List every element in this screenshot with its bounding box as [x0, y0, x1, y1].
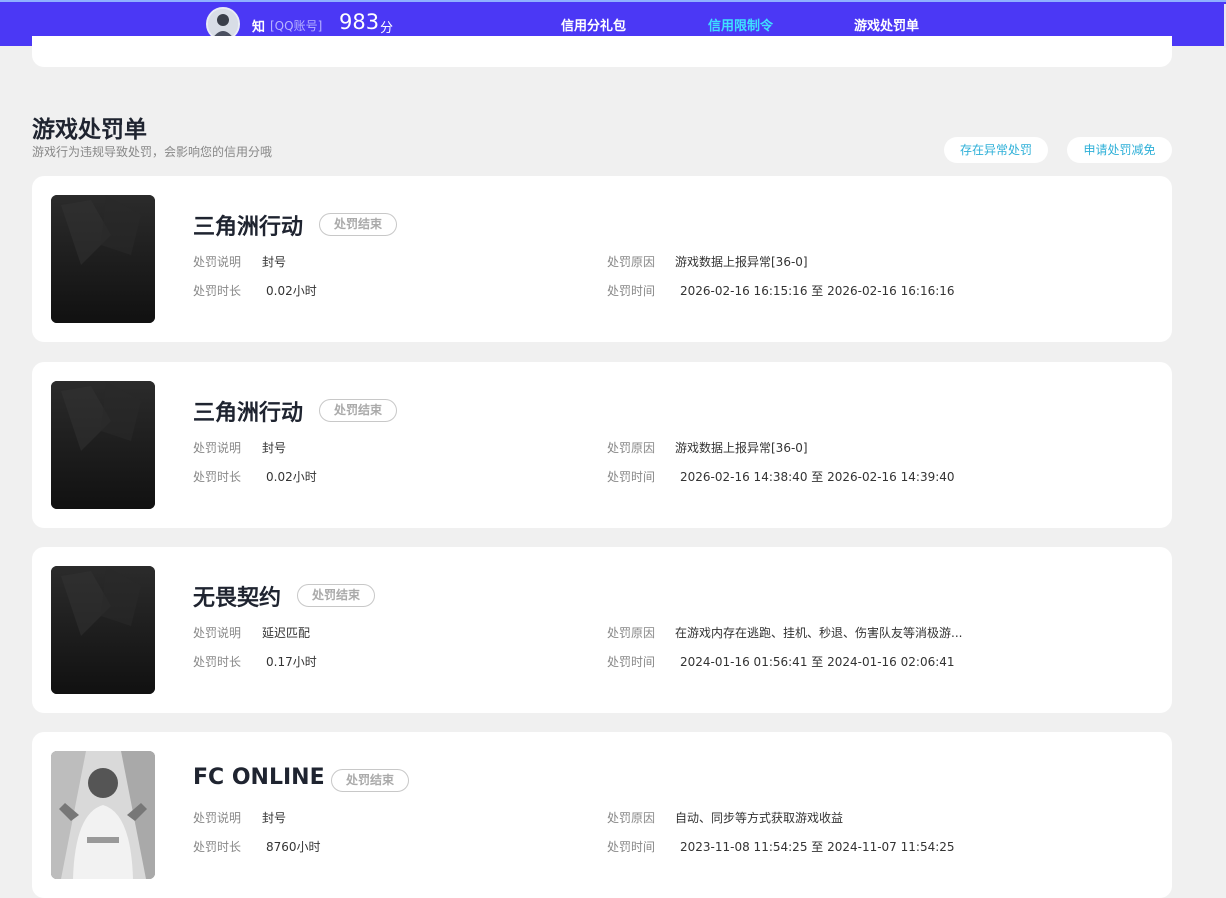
penalty-desc-value: 封号: [262, 255, 287, 269]
game-thumbnail: [51, 566, 155, 694]
penalty-desc-label: 处罚说明: [193, 626, 242, 640]
section-subtitle: 游戏行为违规导致处罚，会影响您的信用分哦: [32, 145, 273, 159]
game-name: 无畏契约: [193, 586, 282, 611]
game-art-icon: [51, 566, 155, 694]
penalty-card: 三角洲行动 处罚结束 处罚说明 封号 处罚时长 0.02小时 处罚原因 游戏数据…: [32, 362, 1172, 528]
penalty-time-label: 处罚时间: [607, 284, 656, 298]
penalty-desc-value: 封号: [262, 441, 287, 455]
penalty-duration-label: 处罚时长: [193, 470, 242, 484]
nav-credit-gift[interactable]: 信用分礼包: [561, 15, 626, 34]
penalty-time-value: 2026-02-16 14:38:40 至 2026-02-16 14:39:4…: [680, 470, 955, 484]
penalty-duration-label: 处罚时长: [193, 284, 242, 298]
penalty-time-value: 2023-11-08 11:54:25 至 2024-11-07 11:54:2…: [680, 840, 955, 854]
account-type: [QQ账号]: [270, 19, 323, 33]
game-thumbnail: [51, 195, 155, 323]
game-art-icon: [51, 381, 155, 509]
credit-score-unit: 分: [380, 21, 394, 36]
game-art-icon: [51, 195, 155, 323]
penalty-reason-label: 处罚原因: [607, 441, 656, 455]
penalty-reason-label: 处罚原因: [607, 255, 656, 269]
credit-score: 983: [339, 10, 380, 34]
penalty-duration-label: 处罚时长: [193, 655, 242, 669]
penalty-desc-value: 封号: [262, 811, 287, 825]
status-badge: 处罚结束: [319, 399, 398, 422]
section-title: 游戏处罚单: [32, 117, 147, 143]
penalty-duration-label: 处罚时长: [193, 840, 242, 854]
nav-credit-restriction[interactable]: 信用限制令: [708, 15, 773, 34]
status-badge: 处罚结束: [319, 213, 398, 236]
penalty-reason-value: 游戏数据上报异常[36-0]: [675, 441, 808, 455]
game-thumbnail: [51, 381, 155, 509]
status-badge: 处罚结束: [331, 769, 410, 792]
penalty-reason-label: 处罚原因: [607, 811, 656, 825]
penalty-desc-label: 处罚说明: [193, 255, 242, 269]
penalty-desc-label: 处罚说明: [193, 441, 242, 455]
penalty-reason-value: 自动、同步等方式获取游戏收益: [675, 811, 844, 825]
penalty-card: 三角洲行动 处罚结束 处罚说明 封号 处罚时长 0.02小时 处罚原因 游戏数据…: [32, 176, 1172, 342]
apply-penalty-reduction-button[interactable]: 申请处罚减免: [1067, 137, 1172, 163]
penalty-desc-label: 处罚说明: [193, 811, 242, 825]
status-badge: 处罚结束: [297, 584, 376, 607]
penalty-duration-value: 0.17小时: [266, 655, 317, 669]
penalty-reason-label: 处罚原因: [607, 626, 656, 640]
penalty-duration-value: 0.02小时: [266, 284, 317, 298]
user-name: 知: [252, 20, 266, 35]
game-name: 三角洲行动: [193, 215, 304, 240]
penalty-time-value: 2026-02-16 16:15:16 至 2026-02-16 16:16:1…: [680, 284, 955, 298]
penalty-reason-value: 游戏数据上报异常[36-0]: [675, 255, 808, 269]
penalty-time-label: 处罚时间: [607, 655, 656, 669]
game-name: FC ONLINE: [193, 765, 325, 790]
penalty-time-label: 处罚时间: [607, 470, 656, 484]
football-player-icon: [51, 751, 155, 879]
penalty-time-value: 2024-01-16 01:56:41 至 2024-01-16 02:06:4…: [680, 655, 955, 669]
penalty-duration-value: 0.02小时: [266, 470, 317, 484]
penalty-card: 无畏契约 处罚结束 处罚说明 延迟匹配 处罚时长 0.17小时 处罚原因 在游戏…: [32, 547, 1172, 713]
nav-game-penalty[interactable]: 游戏处罚单: [854, 15, 919, 34]
penalty-desc-value: 延迟匹配: [262, 626, 311, 640]
avatar-image-icon: [208, 9, 238, 39]
penalty-time-label: 处罚时间: [607, 840, 656, 854]
game-thumbnail: [51, 751, 155, 879]
report-abnormal-penalty-button[interactable]: 存在异常处罚: [944, 137, 1048, 163]
penalty-duration-value: 8760小时: [266, 840, 321, 854]
previous-section-card: [32, 36, 1172, 67]
game-name: 三角洲行动: [193, 401, 304, 426]
penalty-reason-value: 在游戏内存在逃跑、挂机、秒退、伤害队友等消极游...: [675, 626, 963, 640]
penalty-card: FC ONLINE 处罚结束 处罚说明 封号 处罚时长 8760小时 处罚原因 …: [32, 732, 1172, 898]
